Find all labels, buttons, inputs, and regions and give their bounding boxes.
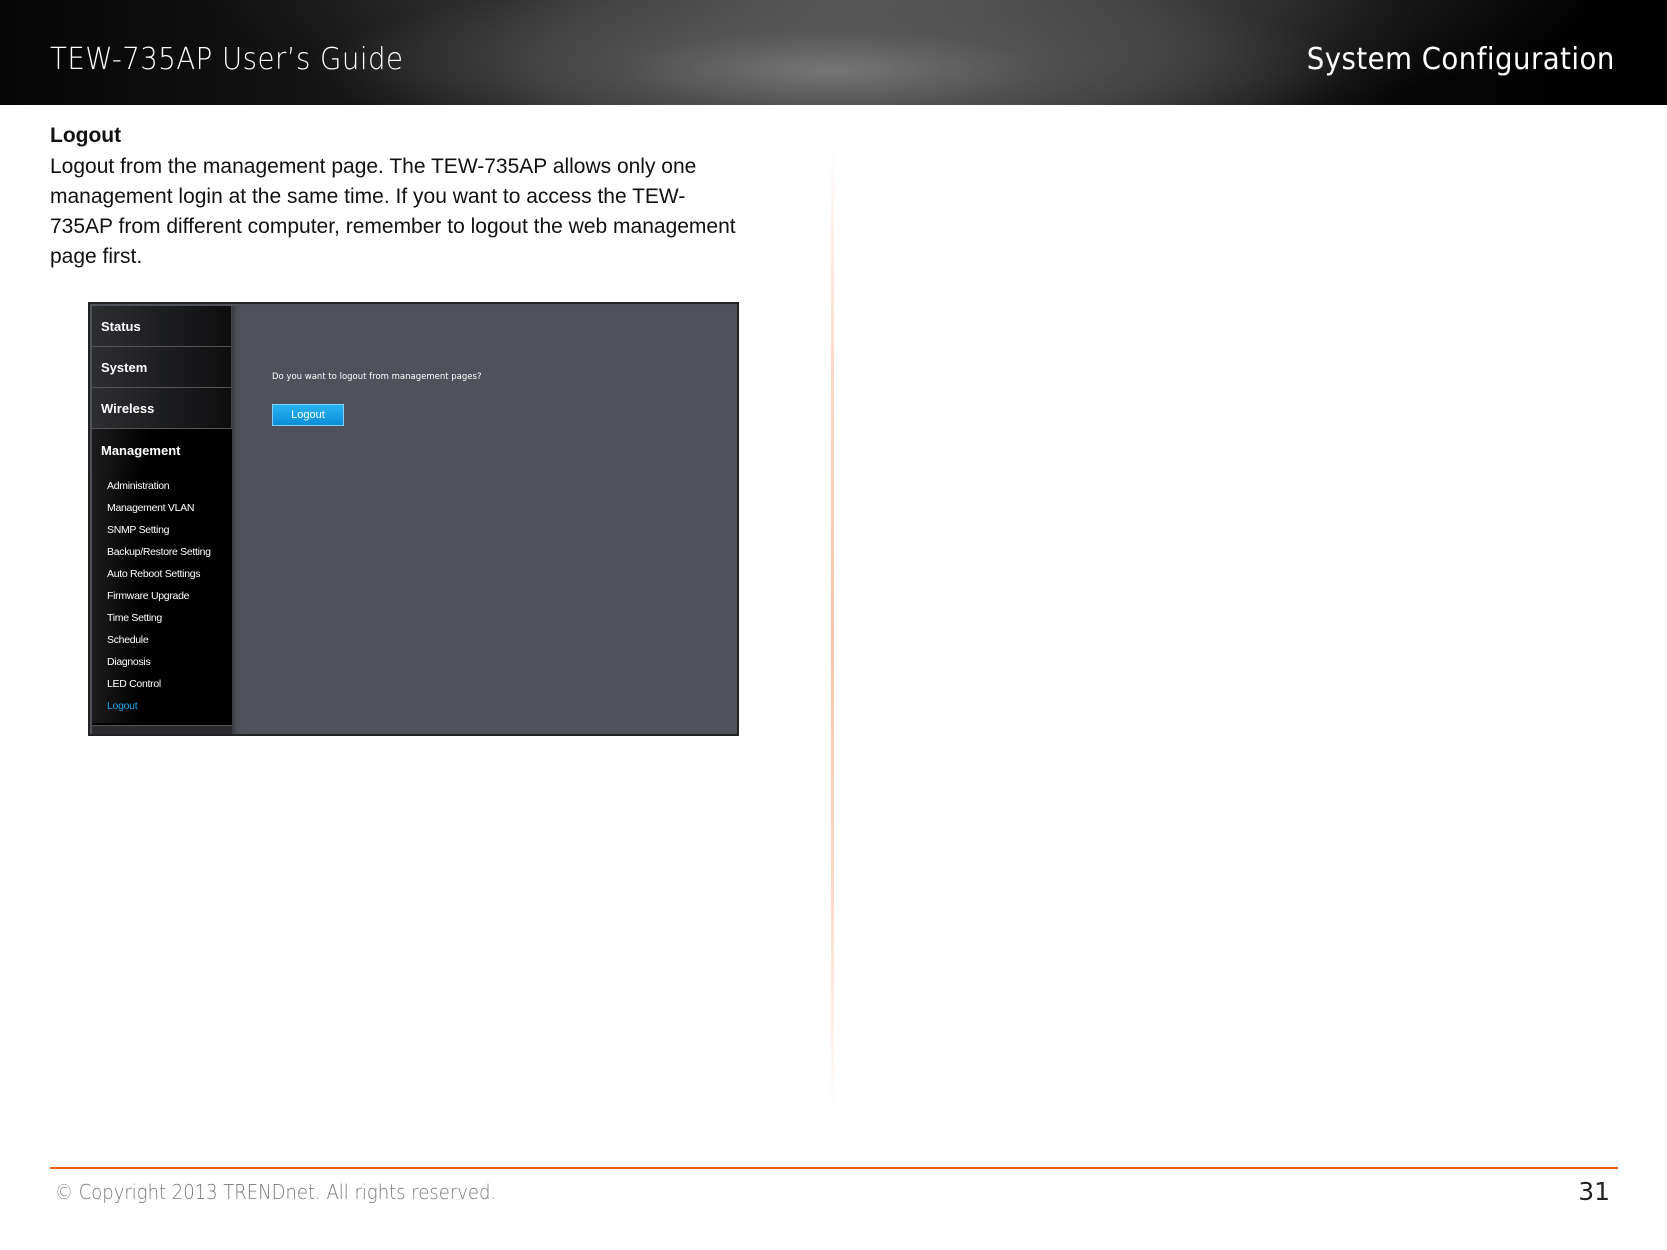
content-block: Logout Logout from the management page. … <box>50 124 740 272</box>
guide-title: TEW-735AP User’s Guide <box>50 42 404 77</box>
subnav-backup-restore[interactable]: Backup/Restore Setting <box>92 541 232 563</box>
sidebar-footer <box>92 725 232 734</box>
page-number: 31 <box>1578 1177 1610 1206</box>
copyright: © Copyright 2013 TRENDnet. All rights re… <box>55 1180 497 1204</box>
logout-button[interactable]: Logout <box>272 404 344 426</box>
subnav-diagnosis[interactable]: Diagnosis <box>92 651 232 673</box>
management-subnav: Administration Management VLAN SNMP Sett… <box>92 471 232 723</box>
nav-label: System <box>101 359 148 375</box>
subnav-firmware-upgrade[interactable]: Firmware Upgrade <box>92 585 232 607</box>
subnav-led-control[interactable]: LED Control <box>92 673 232 695</box>
subnav-administration[interactable]: Administration <box>92 475 232 497</box>
nav-label: Status <box>101 318 141 334</box>
sidebar: Status System Wireless Management Admini… <box>92 306 241 734</box>
section-heading: Logout <box>50 124 122 147</box>
footer-rule <box>50 1167 1618 1169</box>
nav-management[interactable]: Management <box>92 429 241 471</box>
web-ui-screenshot: Status System Wireless Management Admini… <box>88 302 739 736</box>
nav-label: Wireless <box>101 400 155 416</box>
nav-label: Management <box>101 442 181 458</box>
subnav-auto-reboot[interactable]: Auto Reboot Settings <box>92 563 232 585</box>
logout-question: Do you want to logout from management pa… <box>272 372 482 382</box>
section-body: Logout from the management page. The TEW… <box>50 155 736 268</box>
nav-wireless[interactable]: Wireless <box>92 388 232 429</box>
main-panel: Do you want to logout from management pa… <box>232 306 737 734</box>
nav-status[interactable]: Status <box>92 306 232 347</box>
nav-system[interactable]: System <box>92 347 232 388</box>
subnav-snmp-setting[interactable]: SNMP Setting <box>92 519 232 541</box>
section-title: System Configuration <box>1306 42 1615 77</box>
subnav-time-setting[interactable]: Time Setting <box>92 607 232 629</box>
subnav-management-vlan[interactable]: Management VLAN <box>92 497 232 519</box>
column-divider <box>831 140 834 1120</box>
subnav-schedule[interactable]: Schedule <box>92 629 232 651</box>
page-header: TEW-735AP User’s Guide System Configurat… <box>0 0 1667 105</box>
subnav-logout[interactable]: Logout <box>92 695 232 717</box>
